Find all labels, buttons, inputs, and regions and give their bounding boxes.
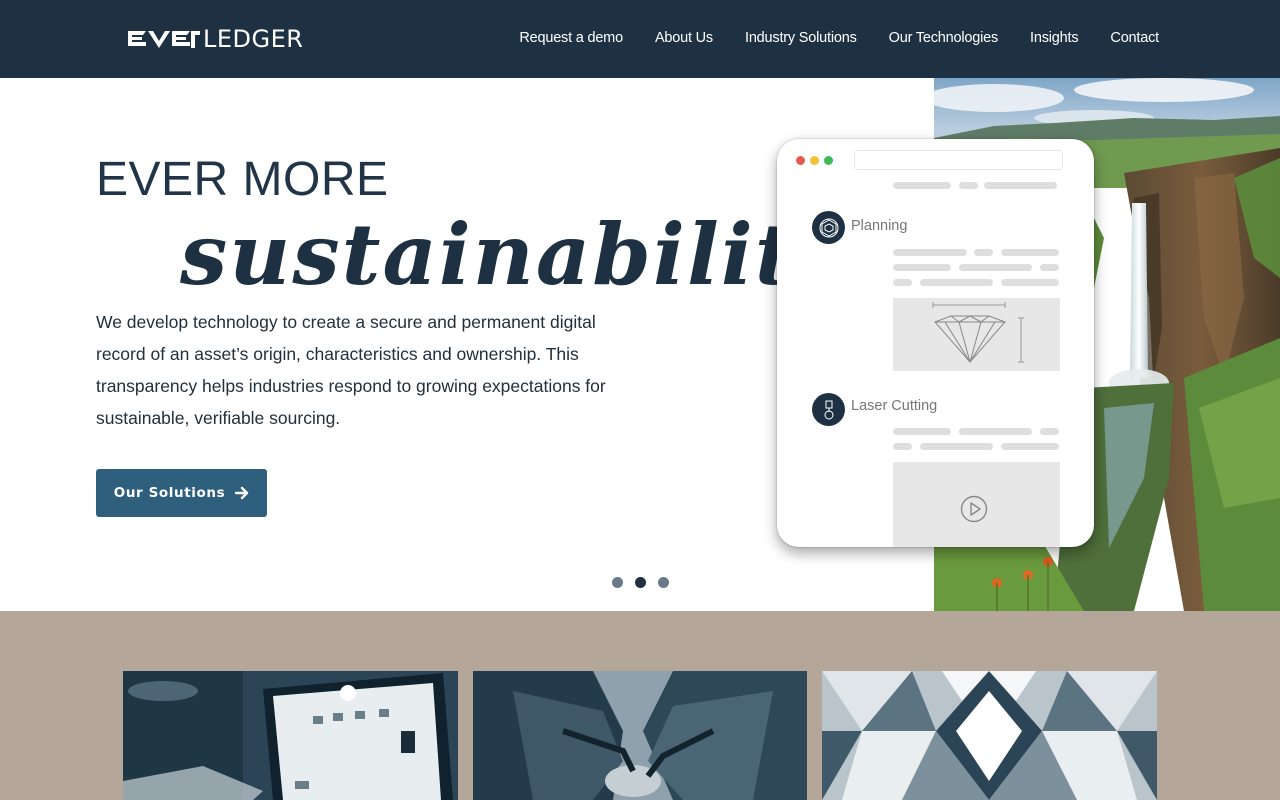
our-solutions-label: Our Solutions — [113, 485, 226, 501]
mockup-address-bar — [854, 150, 1063, 170]
logo[interactable]: LEDGER — [128, 24, 303, 54]
site-header: LEDGER Request a demo About Us Industry … — [0, 0, 1280, 78]
placeholder-bar — [959, 428, 1032, 435]
video-placeholder — [893, 462, 1060, 547]
placeholder-bar — [920, 443, 993, 450]
step-label-planning: Planning — [851, 218, 908, 234]
laser-icon — [812, 393, 845, 426]
browser-mockup-card: Planning Laser Cutting — [777, 139, 1094, 547]
diamond-facet-icon — [812, 211, 845, 244]
window-traffic-lights — [796, 156, 833, 165]
placeholder-bar — [893, 428, 951, 435]
placeholder-bar — [1001, 443, 1059, 450]
nav-request-demo[interactable]: Request a demo — [519, 30, 623, 46]
placeholder-bar — [959, 182, 978, 189]
nav-contact[interactable]: Contact — [1110, 30, 1159, 46]
nav-about-us[interactable]: About Us — [655, 30, 713, 46]
solution-tile-diamonds[interactable] — [822, 671, 1157, 800]
main-nav: Request a demo About Us Industry Solutio… — [519, 30, 1159, 46]
carousel-dot-3[interactable] — [658, 577, 669, 588]
placeholder-bar — [1040, 428, 1059, 435]
placeholder-bar — [893, 182, 951, 189]
placeholder-bar — [1040, 264, 1059, 271]
solution-tile-retail[interactable] — [123, 671, 458, 800]
logo-wordmark: LEDGER — [203, 25, 304, 53]
diamond-diagram-image — [893, 298, 1060, 371]
play-circle-icon[interactable] — [960, 495, 988, 523]
carousel-dot-1[interactable] — [612, 577, 623, 588]
hero-title-line2: sustainability — [180, 205, 847, 304]
placeholder-bar — [984, 182, 1057, 189]
placeholder-bar — [1001, 279, 1059, 286]
our-solutions-button[interactable]: Our Solutions — [96, 469, 267, 517]
minimize-dot-icon — [810, 156, 819, 165]
placeholder-bar — [1001, 249, 1059, 256]
hero-description: We develop technology to create a secure… — [96, 312, 606, 428]
arrow-right-icon — [235, 486, 249, 500]
placeholder-bar — [920, 279, 993, 286]
logo-mark-icon — [128, 31, 200, 48]
nav-our-technologies[interactable]: Our Technologies — [889, 30, 999, 46]
placeholder-bar — [893, 443, 912, 450]
placeholder-bar — [893, 264, 951, 271]
placeholder-bar — [959, 264, 1032, 271]
placeholder-bar — [893, 279, 912, 286]
hero-title-line1: EVER MORE — [96, 153, 389, 206]
placeholder-bar — [893, 249, 967, 256]
carousel-dots — [612, 577, 669, 588]
close-dot-icon — [796, 156, 805, 165]
hands-holding-stone-image — [473, 671, 807, 800]
maximize-dot-icon — [824, 156, 833, 165]
solutions-section — [0, 611, 1280, 800]
placeholder-bar — [974, 249, 993, 256]
step-label-laser-cutting: Laser Cutting — [851, 398, 938, 414]
nav-industry-solutions[interactable]: Industry Solutions — [745, 30, 857, 46]
carousel-dot-2[interactable] — [635, 577, 646, 588]
diamond-facets-image — [822, 671, 1157, 800]
tablet-jewelry-image — [123, 671, 458, 800]
solution-tile-mining[interactable] — [473, 671, 807, 800]
hero-section: EVER MORE sustainability We develop tech… — [0, 78, 1280, 611]
nav-insights[interactable]: Insights — [1030, 30, 1079, 46]
